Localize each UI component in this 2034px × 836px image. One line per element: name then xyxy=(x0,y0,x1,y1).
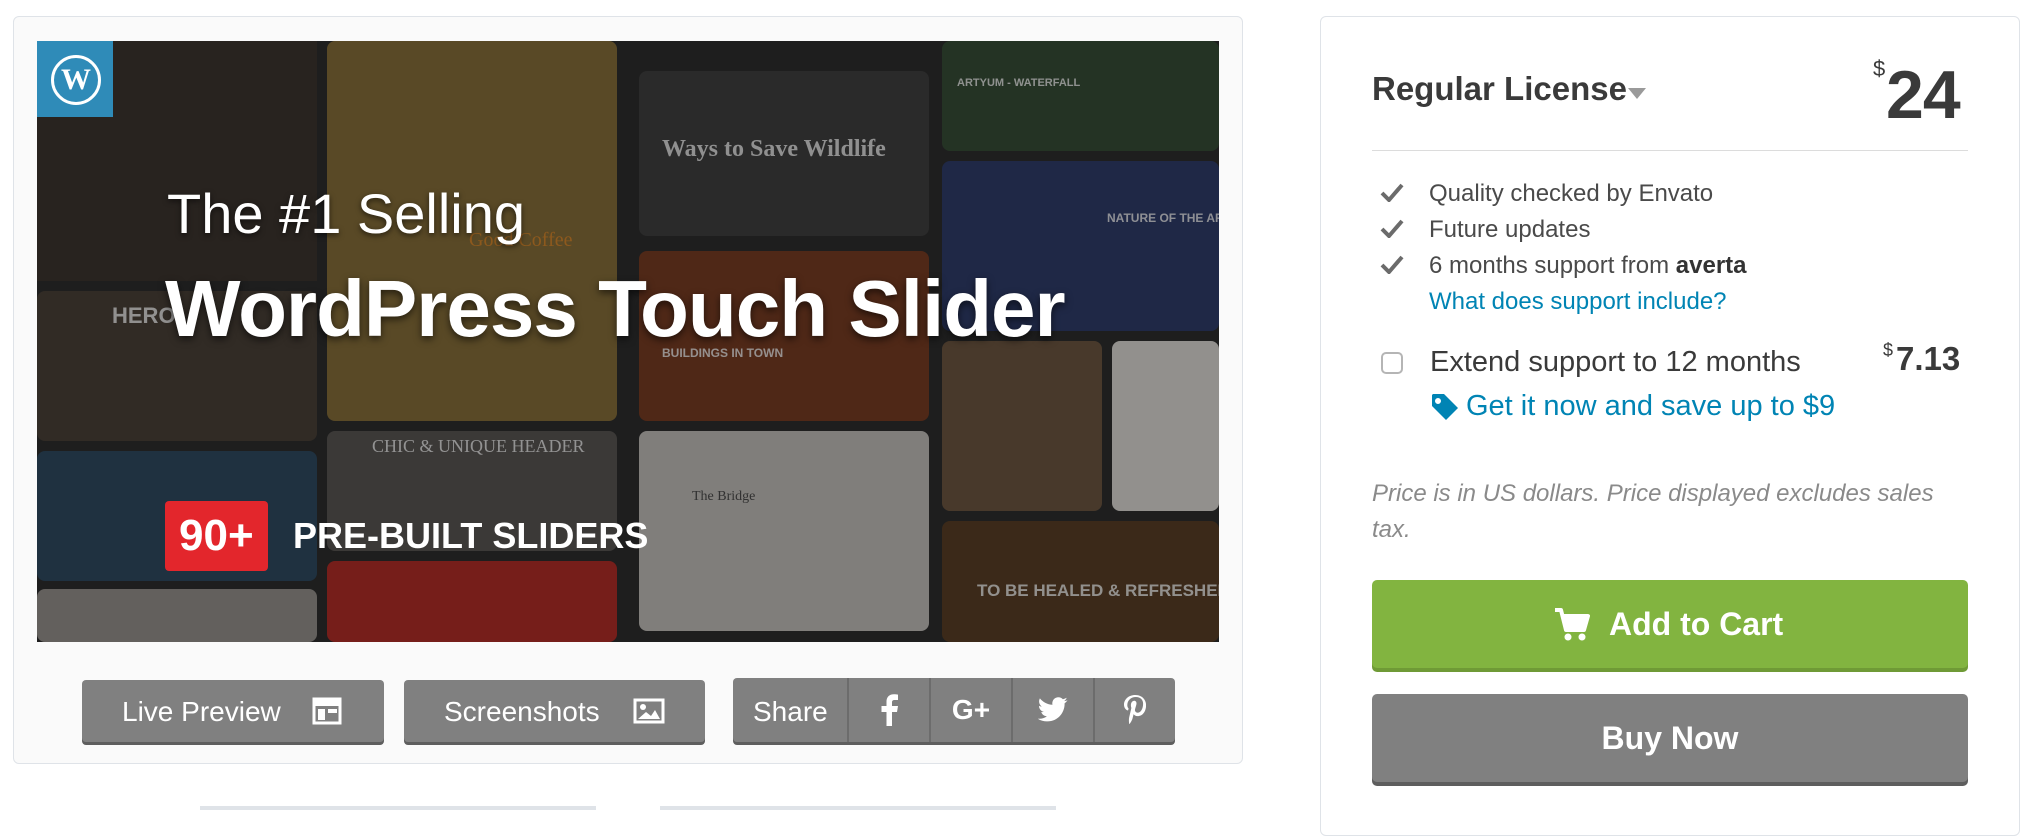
price-divider xyxy=(1372,150,1968,151)
share-bar: Share G+ xyxy=(733,678,1175,742)
price-currency: $ xyxy=(1873,56,1886,81)
license-price: 24 xyxy=(1886,57,1961,133)
support-duration-text: 6 months support from xyxy=(1429,252,1676,279)
hero-badge: 90+ xyxy=(165,501,268,571)
live-preview-label: Live Preview xyxy=(122,696,281,727)
facebook-icon xyxy=(881,694,898,726)
extend-support-price: 7.13 xyxy=(1896,340,1961,377)
twitter-button[interactable] xyxy=(1013,678,1093,742)
pinterest-icon xyxy=(1124,695,1146,725)
preview-tab-indicator xyxy=(200,806,596,810)
add-to-cart-label: Add to Cart xyxy=(1609,606,1784,642)
share-label: Share xyxy=(753,696,828,727)
license-selector[interactable]: Regular License xyxy=(1372,70,1627,108)
check-icon xyxy=(1380,183,1404,202)
save-offer-text: Get it now and save up to $9 xyxy=(1466,390,1836,422)
facebook-button[interactable] xyxy=(849,678,929,742)
cart-icon xyxy=(1555,608,1590,641)
add-to-cart-button[interactable]: Add to Cart xyxy=(1372,580,1968,668)
layout-icon xyxy=(312,697,342,725)
feature-text: 6 months support from averta xyxy=(1429,252,1747,280)
extend-support-checkbox[interactable] xyxy=(1381,352,1403,374)
tag-icon xyxy=(1432,394,1458,420)
hero-tagline: The #1 Selling xyxy=(167,182,526,245)
google-plus-icon: G+ xyxy=(951,694,991,725)
twitter-icon xyxy=(1038,697,1068,722)
screenshots-label: Screenshots xyxy=(444,696,600,727)
wordpress-logo: W xyxy=(37,41,113,117)
buy-now-button[interactable]: Buy Now xyxy=(1372,694,1968,782)
screenshots-button[interactable]: Screenshots xyxy=(404,680,705,742)
preview-tab-indicator xyxy=(660,806,1056,810)
check-icon xyxy=(1380,219,1404,238)
price-disclaimer: Price is in US dollars. Price displayed … xyxy=(1372,480,1934,543)
pinterest-button[interactable] xyxy=(1095,678,1175,742)
item-preview-image[interactable]: Ways to Save Wildlife CHIC & UNIQUE HEAD… xyxy=(37,41,1219,642)
wordpress-icon: W xyxy=(51,55,101,105)
feature-text: Future updates xyxy=(1429,216,1591,243)
author-name: averta xyxy=(1675,252,1747,279)
check-icon xyxy=(1380,255,1404,274)
extend-currency: $ xyxy=(1883,340,1894,360)
hero-badge-text: PRE-BUILT SLIDERS xyxy=(293,515,649,556)
live-preview-button[interactable]: Live Preview xyxy=(82,680,384,742)
caret-down-icon[interactable] xyxy=(1628,88,1646,99)
hero-title: WordPress Touch Slider xyxy=(165,264,1066,353)
support-info-link[interactable]: What does support include? xyxy=(1429,288,1727,316)
extend-support-label[interactable]: Extend support to 12 months xyxy=(1430,346,1801,379)
buy-now-label: Buy Now xyxy=(1601,720,1739,756)
google-plus-button[interactable]: G+ xyxy=(931,678,1011,742)
image-icon xyxy=(633,698,665,724)
feature-text: Quality checked by Envato xyxy=(1429,180,1714,207)
